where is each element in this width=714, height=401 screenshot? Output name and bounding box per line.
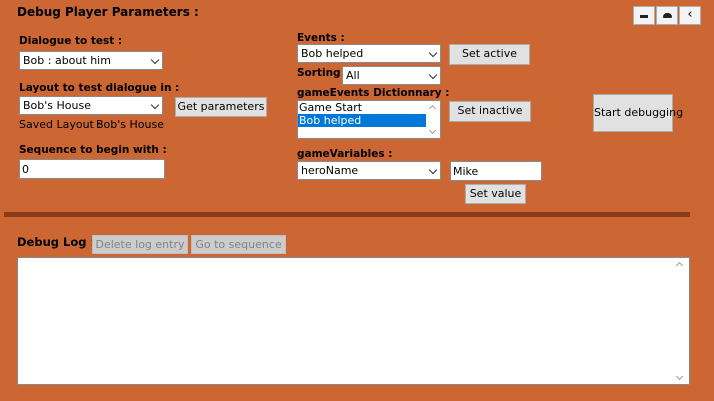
list-item[interactable]: Bob helped xyxy=(298,114,426,127)
sequence-input[interactable]: 0 xyxy=(19,159,165,179)
set-value-button[interactable]: Set value xyxy=(465,184,526,204)
chevron-up-icon[interactable] xyxy=(675,261,684,270)
cloud-icon[interactable] xyxy=(656,6,678,25)
chevron-down-icon xyxy=(428,165,438,175)
debug-log-textarea[interactable] xyxy=(17,257,690,385)
game-events-list[interactable]: Game Start Bob helped xyxy=(297,100,441,139)
dialogue-select[interactable]: Bob : about him xyxy=(19,51,163,70)
saved-layout-value: Bob's House xyxy=(96,118,164,131)
page-title: Debug Player Parameters : xyxy=(17,5,199,19)
set-inactive-button[interactable]: Set inactive xyxy=(449,101,531,122)
chevron-down-icon[interactable] xyxy=(428,126,437,135)
scrollbar[interactable] xyxy=(673,258,689,384)
debug-log-content xyxy=(18,258,689,262)
start-debugging-button[interactable]: Start debugging xyxy=(593,94,683,132)
saved-layout-label: Saved Layout : xyxy=(19,118,102,131)
chevron-down-icon xyxy=(428,48,438,58)
game-variables-select-value: heroName xyxy=(301,164,359,177)
game-variables-label: gameVariables : xyxy=(297,148,393,160)
events-select[interactable]: Bob helped xyxy=(297,44,441,63)
set-active-button[interactable]: Set active xyxy=(449,44,530,65)
scrollbar[interactable] xyxy=(426,101,440,138)
dialogue-label: Dialogue to test : xyxy=(19,35,123,47)
chevron-down-icon xyxy=(150,100,160,110)
section-divider xyxy=(4,212,690,217)
game-events-label: gameEvents Dictionnary : xyxy=(297,87,450,99)
delete-log-entry-button[interactable]: Delete log entry xyxy=(92,235,188,254)
chevron-up-icon[interactable] xyxy=(428,104,437,113)
chevron-down-icon xyxy=(428,70,438,80)
dialogue-select-value: Bob : about him xyxy=(23,54,111,67)
list-item[interactable]: Game Start xyxy=(298,101,440,114)
chevron-down-icon xyxy=(150,55,160,65)
chevron-down-icon[interactable] xyxy=(675,372,684,381)
variable-value-input[interactable]: Mike xyxy=(450,161,542,181)
events-label: Events : xyxy=(297,32,345,44)
layout-label: Layout to test dialogue in : xyxy=(19,82,180,94)
sorting-select-value: All xyxy=(346,69,360,82)
game-variables-select[interactable]: heroName xyxy=(297,161,441,180)
sequence-label: Sequence to begin with : xyxy=(19,144,167,156)
events-select-value: Bob helped xyxy=(301,47,364,60)
sorting-select[interactable]: All xyxy=(342,66,441,85)
layout-select[interactable]: Bob's House xyxy=(19,96,163,115)
get-parameters-button[interactable]: Get parameters xyxy=(175,97,267,117)
pin-icon[interactable] xyxy=(633,6,655,25)
sorting-label: Sorting : xyxy=(297,67,349,79)
go-to-sequence-button[interactable]: Go to sequence xyxy=(191,235,286,254)
layout-select-value: Bob's House xyxy=(23,99,91,112)
debug-log-label: Debug Log : xyxy=(17,235,96,249)
chevron-left-icon[interactable]: ‹ xyxy=(679,6,701,25)
